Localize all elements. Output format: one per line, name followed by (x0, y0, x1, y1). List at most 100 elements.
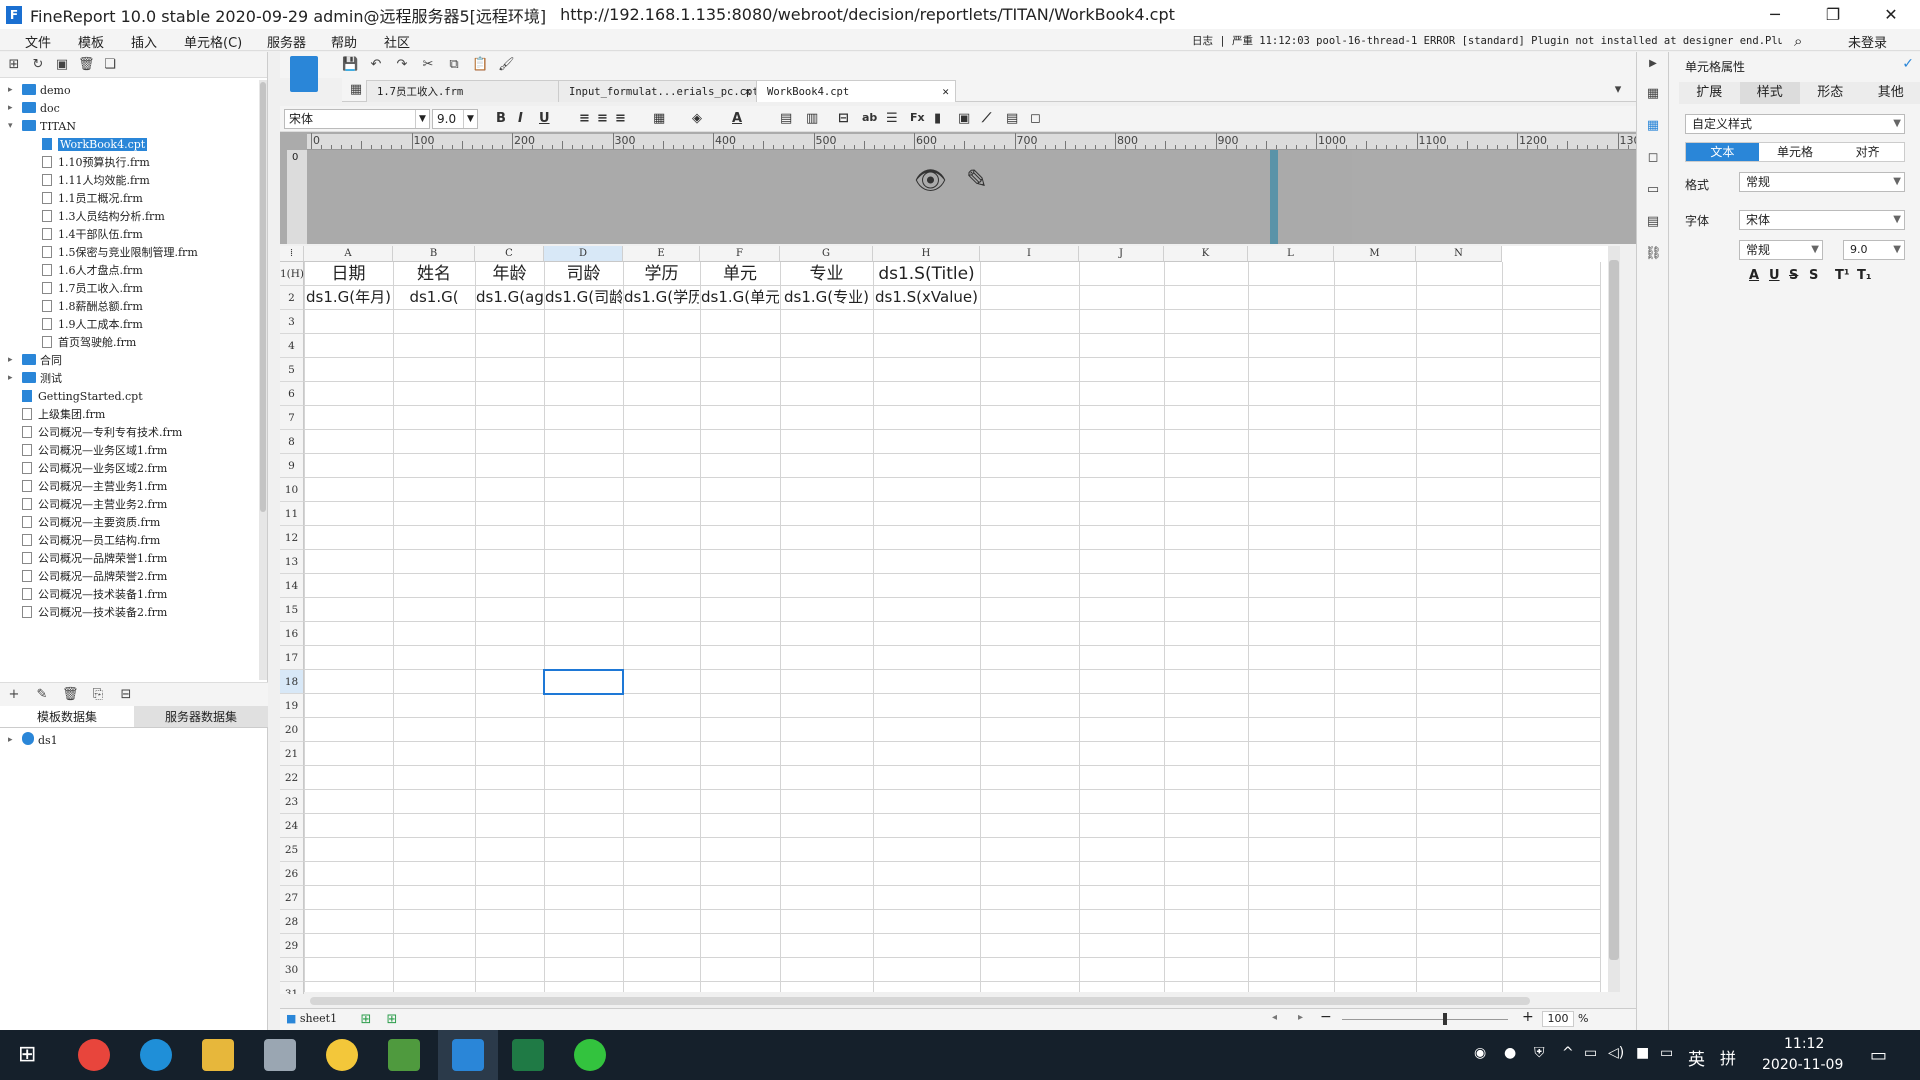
row-header[interactable]: 25 (280, 838, 304, 862)
edit-icon[interactable]: ✎ (34, 687, 50, 703)
tree-item[interactable]: 公司概况—业务区域1.frm (22, 442, 167, 459)
column-header[interactable]: J (1079, 246, 1164, 262)
tab-menu-icon[interactable]: ▾ (1610, 82, 1626, 98)
column-header[interactable]: G (780, 246, 873, 262)
app3-icon[interactable] (388, 1039, 420, 1071)
tree-item[interactable]: ▸ doc (8, 100, 60, 117)
tree-item[interactable]: WorkBook4.cpt (42, 136, 148, 153)
tab-doc-3[interactable]: WorkBook4.cpt ✕ (756, 80, 956, 102)
formula-cell[interactable]: ds1.G(单元 (701, 286, 779, 309)
expand-arrow-icon[interactable]: ▸ (8, 370, 13, 387)
unmerge-icon[interactable]: ▥ (806, 111, 818, 126)
insert-row-icon[interactable]: ⊟ (838, 111, 849, 126)
shadow-button[interactable]: S (1809, 268, 1818, 283)
row-header[interactable]: 24 (280, 814, 304, 838)
row-header[interactable]: 5 (280, 358, 304, 382)
login-link[interactable]: 未登录 (1848, 32, 1887, 51)
row-header[interactable]: 20 (280, 718, 304, 742)
tab-server-datasets[interactable]: 服务器数据集 (134, 706, 268, 727)
close-icon[interactable]: ✕ (1862, 0, 1920, 29)
close-tab-icon[interactable]: ✕ (744, 81, 751, 102)
page-boundary-marker[interactable] (1270, 150, 1278, 244)
save-icon[interactable]: 💾 (342, 57, 358, 73)
tree-item[interactable]: ▸ 合同 (8, 352, 62, 369)
header-cell[interactable]: 年龄 (476, 262, 543, 285)
row-header[interactable]: 27 (280, 886, 304, 910)
row-header[interactable]: 11 (280, 502, 304, 526)
tab-other[interactable]: 其他 (1860, 82, 1920, 104)
header-cell[interactable]: ds1.S(Title) (874, 262, 979, 285)
add-dataset-icon[interactable]: + (6, 687, 22, 703)
header-cell[interactable]: 专业 (781, 262, 872, 285)
header-cell[interactable]: 姓名 (394, 262, 474, 285)
formula-cell[interactable]: ds1.G( (394, 286, 474, 309)
battery-icon[interactable]: ▭ (1584, 1045, 1597, 1061)
copy-icon[interactable]: ⧉ (446, 57, 462, 73)
hide-eye-icon[interactable]: 👁 (914, 166, 947, 196)
header-cell[interactable]: 司龄 (545, 262, 622, 285)
row-header[interactable]: 12 (280, 526, 304, 550)
zoom-slider-handle[interactable] (1443, 1013, 1447, 1025)
row-header[interactable]: 29 (280, 934, 304, 958)
tray-chevron-icon[interactable]: ^ (1562, 1045, 1574, 1061)
subscript-button[interactable]: T₁ (1857, 268, 1872, 283)
tree-item[interactable]: GettingStarted.cpt (22, 388, 143, 405)
tree-item[interactable]: ▸ 测试 (8, 370, 62, 387)
start-icon[interactable]: ⊞ (18, 1042, 36, 1067)
column-header[interactable]: C (475, 246, 544, 262)
tray-security-icon[interactable]: ⛨ (1534, 1045, 1545, 1061)
tree-item[interactable]: 公司概况—专利专有技术.frm (22, 424, 182, 441)
row-header[interactable]: 26 (280, 862, 304, 886)
column-header[interactable]: N (1416, 246, 1502, 262)
row-header[interactable]: 15 (280, 598, 304, 622)
tree-item[interactable]: 公司概况—业务区域2.frm (22, 460, 167, 477)
tree-scrollbar[interactable] (259, 80, 267, 680)
redo-icon[interactable]: ↷ (394, 57, 410, 73)
app2-icon[interactable] (326, 1039, 358, 1071)
font-color-icon[interactable]: A (732, 111, 742, 126)
style-select[interactable]: 自定义样式 ▼ (1685, 114, 1905, 134)
tray-network-icon[interactable]: ◉ (1474, 1045, 1486, 1061)
condition-icon[interactable]: ▭ (1645, 182, 1661, 198)
menu-help[interactable]: 帮助 (331, 32, 357, 51)
zoom-out-icon[interactable]: − (1320, 1009, 1332, 1025)
collapse-arrow-icon[interactable]: ▾ (8, 118, 13, 135)
lock-icon[interactable]: ▣ (54, 57, 70, 73)
tree-item[interactable]: 首页驾驶舱.frm (42, 334, 136, 351)
align-center-icon[interactable]: ≡ (597, 111, 608, 126)
app-icon[interactable] (264, 1039, 296, 1071)
selected-cell-d18[interactable] (543, 669, 624, 695)
spreadsheet-grid[interactable]: ⁞ A B C D E F G H I J K L M N 1(H) 2 3 4 5 6 7 8 9 10 11 12 13 14 15 1… (280, 246, 1620, 1006)
ime-language[interactable]: 英 (1688, 1045, 1705, 1070)
tree-item[interactable]: 公司概况—品牌荣誉1.frm (22, 550, 167, 567)
expand-arrow-icon[interactable]: ▸ (8, 100, 13, 117)
row-header[interactable]: 17 (280, 646, 304, 670)
menu-server[interactable]: 服务器 (267, 32, 306, 51)
row-header[interactable]: 14 (280, 574, 304, 598)
menu-cell[interactable]: 单元格(C) (184, 32, 242, 51)
nvidia-icon[interactable]: ■ (1636, 1045, 1649, 1061)
tree-item[interactable]: 1.6人才盘点.frm (42, 262, 143, 279)
formula-cell[interactable]: ds1.G(年月) (305, 286, 392, 309)
new-folder-icon[interactable]: ⊞ (6, 57, 22, 73)
undo-icon[interactable]: ↶ (368, 57, 384, 73)
bold-icon[interactable]: B (496, 111, 506, 126)
formula-cell[interactable]: ds1.G(司龄 (545, 286, 622, 309)
pin-icon[interactable]: ✓ (1902, 56, 1914, 72)
clock-date[interactable]: 2020-11-09 (1762, 1057, 1843, 1073)
tree-item[interactable]: 公司概况—主要资质.frm (22, 514, 160, 531)
tree-item[interactable]: 公司概况—技术装备1.frm (22, 586, 167, 603)
tree-item[interactable]: 1.7员工收入.frm (42, 280, 143, 297)
refresh-icon[interactable]: ↻ (30, 57, 46, 73)
column-header[interactable]: M (1334, 246, 1416, 262)
cell-element-icon[interactable]: ◻ (1645, 150, 1661, 166)
clock-time[interactable]: 11:12 (1784, 1036, 1824, 1052)
underline-icon[interactable]: U (539, 111, 550, 126)
file-explorer-icon[interactable] (202, 1039, 234, 1071)
font-color-button[interactable]: A (1749, 268, 1759, 283)
dataset-item[interactable]: ▸ ds1 (8, 732, 58, 749)
row-header[interactable]: 7 (280, 406, 304, 430)
row-header[interactable]: 30 (280, 958, 304, 982)
cell-attribute-icon[interactable]: ▦ (1645, 118, 1661, 134)
column-header[interactable]: F (700, 246, 780, 262)
